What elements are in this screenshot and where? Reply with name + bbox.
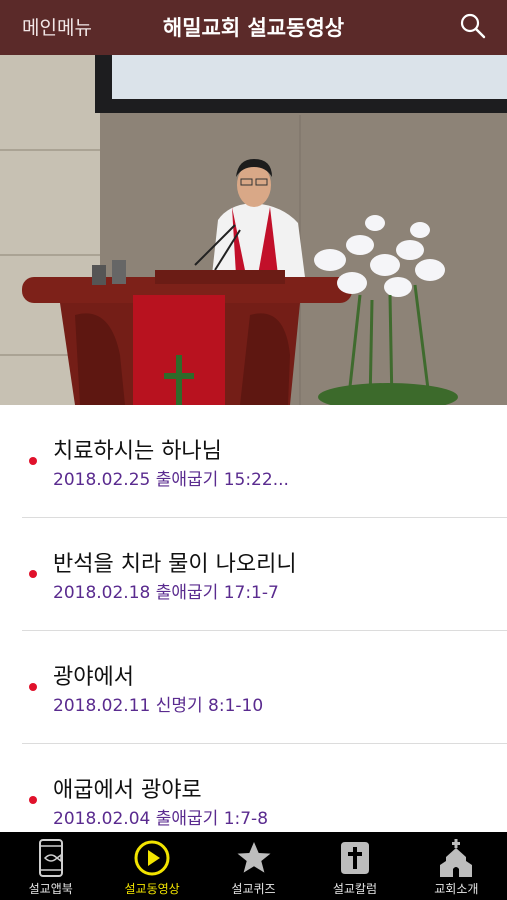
sermon-date-passage: 2018.02.11 신명기 8:1-10 [53, 696, 264, 716]
tab-label: 설교칼럼 [332, 882, 377, 896]
sermon-date-passage: 2018.02.18 출애굽기 17:1-7 [53, 583, 279, 603]
list-item[interactable]: 치료하시는 하나님 2018.02.25 출애굽기 15:22... [22, 405, 507, 518]
cross-scroll-icon [340, 842, 369, 874]
bullet-dot [29, 683, 37, 691]
tab-label: 교회소개 [434, 882, 479, 896]
bottom-tab-bar: 설교앱북 설교동영상 설교퀴즈 설교칼럼 교회소개 [0, 832, 507, 900]
sermon-date-passage: 2018.02.04 출애굽기 1:7-8 [53, 809, 269, 829]
app-header: 메인메뉴 해밀교회 설교동영상 [0, 0, 507, 55]
sermon-date-passage: 2018.02.25 출애굽기 15:22... [53, 470, 289, 490]
tab-label: 설교앱북 [28, 882, 73, 896]
sermon-list: 치료하시는 하나님 2018.02.25 출애굽기 15:22... 반석을 치… [0, 405, 507, 832]
star-icon [237, 842, 271, 873]
sermon-title: 애굽에서 광야로 [53, 778, 202, 803]
sermon-hero-image[interactable] [0, 55, 507, 405]
tab-sermon-quiz[interactable]: 설교퀴즈 [203, 832, 304, 900]
sermon-title: 반석을 치라 물이 나오리니 [53, 552, 297, 577]
bullet-dot [29, 457, 37, 465]
bullet-dot [29, 570, 37, 578]
bullet-dot [29, 796, 37, 804]
phone-fish-icon [38, 839, 63, 877]
search-icon[interactable] [459, 12, 487, 40]
tab-sermon-appbook[interactable]: 설교앱북 [0, 832, 101, 900]
play-circle-icon [134, 840, 170, 876]
tab-sermon-video[interactable]: 설교동영상 [101, 832, 202, 900]
tab-church-intro[interactable]: 교회소개 [406, 832, 507, 900]
tab-label: 설교퀴즈 [231, 882, 276, 896]
page-title: 해밀교회 설교동영상 [162, 16, 345, 40]
list-item[interactable]: 애굽에서 광야로 2018.02.04 출애굽기 1:7-8 [22, 744, 507, 832]
tab-sermon-column[interactable]: 설교칼럼 [304, 832, 405, 900]
list-item[interactable]: 광야에서 2018.02.11 신명기 8:1-10 [22, 631, 507, 744]
list-item[interactable]: 반석을 치라 물이 나오리니 2018.02.18 출애굽기 17:1-7 [22, 518, 507, 631]
tab-label: 설교동영상 [124, 882, 180, 896]
church-icon [440, 839, 473, 877]
sermon-title: 광야에서 [53, 665, 134, 690]
sermon-title: 치료하시는 하나님 [53, 439, 222, 464]
